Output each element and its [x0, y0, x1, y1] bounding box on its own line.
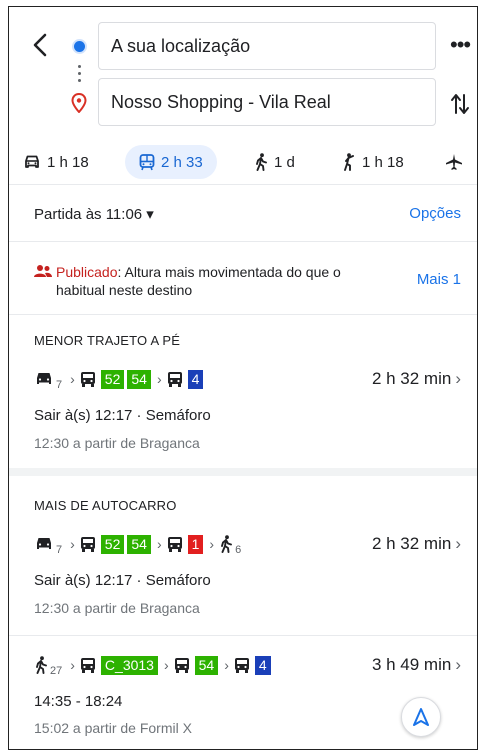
chevron-right-icon: ›	[156, 536, 162, 552]
bus-icon	[80, 536, 95, 552]
chevron-right-icon: ›	[163, 657, 169, 673]
mode-rideshare[interactable]: 1 h 18	[342, 145, 404, 179]
section-title: MENOR TRAJETO A PÉ	[34, 333, 181, 348]
route-departure: Sair à(s) 12:17 · Semáforo	[34, 572, 211, 589]
route-times: 14:35 - 18:24	[34, 693, 123, 710]
swap-icon[interactable]	[449, 91, 471, 117]
mode-transit-label: 2 h 33	[161, 153, 203, 171]
duration-text: 2 h 32 min	[371, 369, 452, 388]
car-icon	[25, 155, 39, 168]
duration-text: 3 h 49 min	[371, 655, 452, 674]
divider	[9, 635, 477, 636]
mode-walking[interactable]: 1 d	[254, 145, 295, 179]
route-origin: 12:30 a partir de Braganca	[34, 600, 200, 616]
route-duration: 2 h 32 min ›	[372, 534, 461, 554]
chevron-right-icon: ›	[209, 536, 215, 552]
bus-icon	[80, 371, 95, 387]
chevron-right-icon: ›	[156, 371, 162, 387]
mode-flight[interactable]	[445, 145, 469, 179]
destination-pin-icon	[71, 93, 87, 113]
line-badge: 4	[254, 655, 271, 675]
alert-text-line2: habitual neste destino	[56, 282, 193, 298]
line-badge: C_3013	[100, 655, 158, 675]
chevron-right-icon: ›	[70, 371, 75, 387]
mode-rideshare-label: 1 h 18	[362, 153, 404, 171]
route-steps[interactable]: 7 › 52 54 › 4	[34, 366, 206, 392]
chevron-right-icon: ›	[455, 655, 461, 674]
chevron-right-icon: ›	[224, 657, 229, 673]
more-options-icon[interactable]: •••	[450, 34, 471, 56]
alert-highlight: Publicado	[56, 264, 118, 280]
line-badge: 54	[127, 534, 151, 554]
chevron-right-icon: ›	[455, 369, 461, 388]
divider	[9, 314, 477, 315]
origin-input[interactable]: A sua localização	[98, 22, 436, 70]
flight-icon	[446, 154, 462, 170]
mode-driving[interactable]: 1 h 18	[23, 145, 89, 179]
route-dots-icon	[78, 65, 82, 86]
route-origin: 15:02 a partir de Formil X	[34, 720, 192, 736]
navigation-arrow-icon	[413, 708, 429, 726]
bus-icon	[174, 657, 189, 673]
route-steps[interactable]: 7 › 52 54 › 1 › 6	[34, 531, 246, 557]
origin-dot-icon	[74, 41, 85, 52]
route-origin: 12:30 a partir de Braganca	[34, 435, 200, 451]
route-steps[interactable]: 27 › C_3013 › 54 › 4	[34, 652, 274, 678]
car-icon	[37, 538, 51, 549]
chevron-right-icon: ›	[70, 657, 75, 673]
mode-transit[interactable]: 2 h 33	[125, 145, 217, 179]
line-badge: 4	[187, 369, 204, 389]
bus-icon	[167, 536, 182, 552]
people-icon	[34, 265, 52, 277]
route-duration: 2 h 32 min ›	[372, 369, 461, 389]
back-arrow-icon[interactable]	[31, 33, 51, 57]
bus-icon	[234, 657, 249, 673]
line-badge: 1	[187, 534, 204, 554]
navigate-button[interactable]	[401, 697, 441, 737]
alert-text: : Altura mais movimentada do que o	[117, 264, 341, 280]
more-alerts-link[interactable]: Mais 1	[417, 271, 461, 288]
mode-walking-label: 1 d	[274, 153, 295, 171]
destination-input[interactable]: Nosso Shopping - Vila Real	[98, 78, 436, 126]
walk-icon	[256, 153, 267, 171]
directions-screen: A sua localização Nosso Shopping - Vila …	[8, 6, 478, 750]
section-separator	[9, 468, 477, 476]
bus-icon	[167, 371, 182, 387]
bus-icon	[80, 657, 95, 673]
car-minutes: 7	[56, 379, 63, 391]
chevron-right-icon: ›	[455, 534, 461, 553]
mode-driving-label: 1 h 18	[47, 153, 89, 171]
route-duration: 3 h 49 min ›	[372, 655, 461, 675]
departure-time-selector[interactable]: Partida às 11:06 ▾	[34, 205, 154, 223]
rideshare-icon	[344, 153, 354, 171]
section-title: MAIS DE AUTOCARRO	[34, 498, 177, 513]
line-badge: 52	[100, 369, 125, 389]
busy-alert: Publicado: Altura mais movimentada do qu…	[34, 263, 414, 299]
walk-icon	[36, 656, 47, 674]
chevron-right-icon: ›	[70, 536, 75, 552]
travel-mode-bar: 1 h 18 2 h 33 1 d 1 h 18	[9, 141, 477, 185]
divider	[9, 241, 477, 242]
car-minutes: 7	[56, 544, 63, 556]
walk-icon	[221, 535, 233, 553]
transit-icon	[139, 153, 155, 170]
options-button[interactable]: Opções	[409, 205, 461, 222]
car-icon	[37, 373, 51, 384]
walk-minutes: 27	[50, 665, 63, 677]
line-badge: 54	[127, 369, 151, 389]
route-departure: Sair à(s) 12:17 · Semáforo	[34, 407, 211, 424]
line-badge: 54	[194, 655, 219, 675]
line-badge: 52	[100, 534, 125, 554]
duration-text: 2 h 32 min	[371, 534, 452, 553]
walk-minutes: 6	[235, 544, 242, 556]
